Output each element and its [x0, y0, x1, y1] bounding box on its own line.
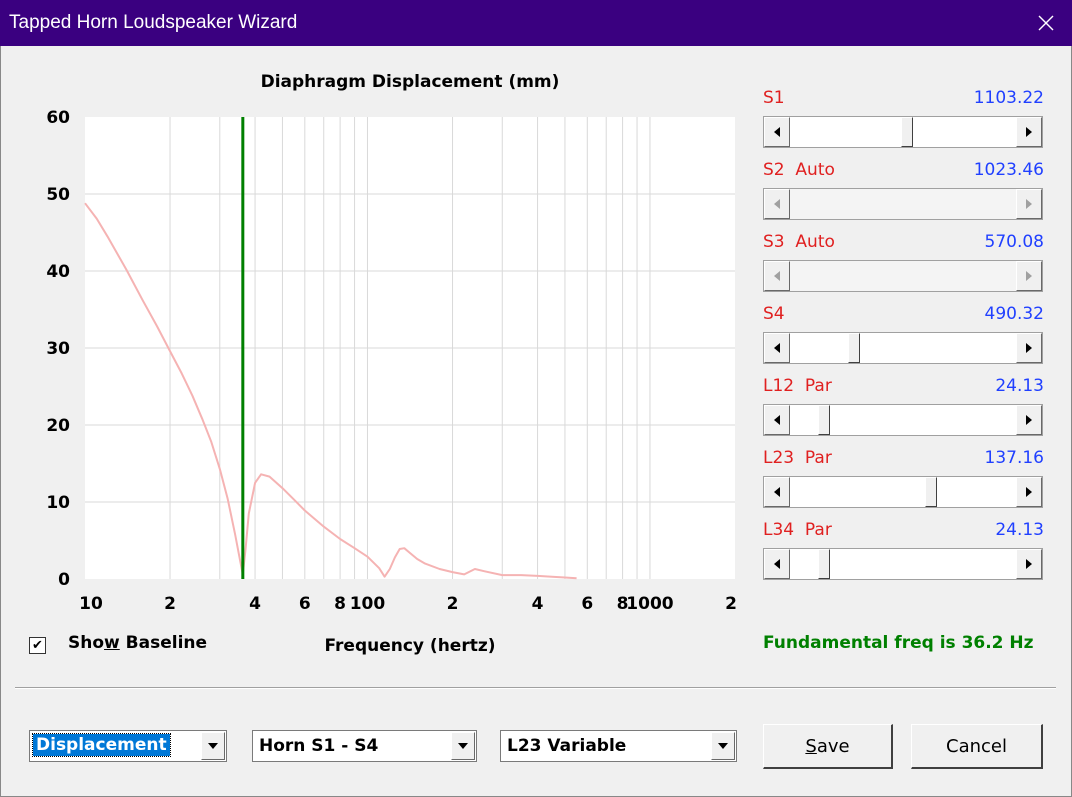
right-arrow-icon — [1026, 487, 1032, 497]
window-title: Tapped Horn Loudspeaker Wizard — [9, 12, 298, 33]
close-icon — [1038, 15, 1054, 31]
separator-line — [15, 687, 1056, 689]
scroll-left-button — [764, 261, 790, 291]
show-baseline-checkbox[interactable]: ✔ — [29, 637, 46, 654]
right-arrow-icon — [1026, 271, 1032, 281]
slider-scrollbar[interactable] — [763, 116, 1043, 148]
x-tick-label: 2 — [725, 594, 737, 614]
left-arrow-icon — [774, 271, 780, 281]
scroll-left-button[interactable] — [764, 117, 790, 147]
mode-select-dropdown-button[interactable] — [201, 732, 225, 760]
fundamental-frequency-text: Fundamental freq is 36.2 Hz — [763, 633, 1034, 653]
slider-scrollbar[interactable] — [763, 332, 1043, 364]
variable-select-dropdown-button[interactable] — [711, 732, 735, 760]
y-tick-label: 30 — [46, 339, 70, 359]
slider-label: S4 — [763, 304, 785, 324]
slider-thumb[interactable] — [817, 405, 830, 435]
y-tick-label: 50 — [46, 185, 70, 205]
slider-value: 24.13 — [995, 520, 1044, 540]
right-arrow-icon — [1026, 415, 1032, 425]
scroll-left-button[interactable] — [764, 477, 790, 507]
slider-scrollbar[interactable] — [763, 476, 1043, 508]
right-arrow-icon — [1026, 559, 1032, 569]
slider-label: S2 Auto — [763, 160, 835, 180]
x-tick-label: 6 — [581, 594, 593, 614]
scroll-left-button[interactable] — [764, 405, 790, 435]
left-arrow-icon — [774, 415, 780, 425]
displacement-chart: Diaphragm Displacement (mm) 0 10 20 30 40 50 6… — [46, 72, 737, 656]
dropdown-arrow-icon — [718, 743, 728, 749]
scroll-right-button — [1016, 261, 1042, 291]
cancel-button[interactable]: Cancel — [911, 724, 1043, 769]
y-tick-label: 20 — [46, 416, 70, 436]
slider-value: 1023.46 — [973, 160, 1044, 180]
slider-label: S3 Auto — [763, 232, 835, 252]
x-tick-label: 4 — [532, 594, 544, 614]
slider-value: 1103.22 — [973, 88, 1044, 108]
scroll-right-button[interactable] — [1016, 333, 1042, 363]
x-tick-label: 1000 — [626, 594, 673, 614]
slider-thumb[interactable] — [817, 549, 830, 579]
slider-thumb[interactable] — [901, 117, 914, 147]
mode-select-value: Displacement — [32, 733, 171, 757]
right-arrow-icon — [1026, 199, 1032, 209]
slider-label: L23 Par — [763, 448, 832, 468]
slider-scrollbar — [763, 260, 1043, 292]
x-tick-label: 2 — [164, 594, 176, 614]
scroll-right-button[interactable] — [1016, 477, 1042, 507]
y-tick-label: 60 — [46, 108, 70, 128]
slider-value: 24.13 — [995, 376, 1044, 396]
dropdown-arrow-icon — [208, 743, 218, 749]
scroll-right-button[interactable] — [1016, 549, 1042, 579]
scroll-right-button[interactable] — [1016, 405, 1042, 435]
slider-thumb[interactable] — [847, 333, 860, 363]
check-mark-icon: ✔ — [32, 638, 43, 653]
scroll-right-button[interactable] — [1016, 117, 1042, 147]
y-tick-label: 40 — [46, 262, 70, 282]
slider-label: L34 Par — [763, 520, 832, 540]
x-tick-label: 100 — [350, 594, 386, 614]
scroll-left-button[interactable] — [764, 549, 790, 579]
chart-title: Diaphragm Displacement (mm) — [261, 72, 560, 92]
left-arrow-icon — [774, 487, 780, 497]
y-tick-label: 10 — [46, 493, 70, 513]
scroll-right-button — [1016, 189, 1042, 219]
right-arrow-icon — [1026, 127, 1032, 137]
slider-label: S1 — [763, 88, 785, 108]
mode-select[interactable]: Displacement — [29, 730, 227, 762]
x-tick-label: 10 — [79, 594, 103, 614]
x-tick-label: 4 — [249, 594, 261, 614]
x-axis-label: Frequency (hertz) — [325, 636, 496, 656]
left-arrow-icon — [774, 127, 780, 137]
horn-select-value: Horn S1 - S4 — [259, 736, 379, 756]
variable-select[interactable]: L23 Variable — [500, 730, 737, 762]
horn-select[interactable]: Horn S1 - S4 — [252, 730, 477, 762]
dropdown-arrow-icon — [458, 743, 468, 749]
close-button[interactable] — [1020, 0, 1072, 46]
scroll-left-button[interactable] — [764, 333, 790, 363]
slider-label: L12 Par — [763, 376, 832, 396]
slider-value: 137.16 — [984, 448, 1044, 468]
right-arrow-icon — [1026, 343, 1032, 353]
slider-scrollbar[interactable] — [763, 404, 1043, 436]
save-button[interactable]: Save — [763, 724, 893, 769]
slider-value: 570.08 — [984, 232, 1044, 252]
slider-scrollbar — [763, 188, 1043, 220]
horn-select-dropdown-button[interactable] — [451, 732, 475, 760]
slider-value: 490.32 — [984, 304, 1044, 324]
x-tick-label: 2 — [447, 594, 459, 614]
show-baseline-label[interactable]: Show Baseline — [68, 633, 207, 653]
x-tick-label: 8 — [334, 594, 346, 614]
title-bar: Tapped Horn Loudspeaker Wizard — [0, 0, 1072, 46]
left-arrow-icon — [774, 343, 780, 353]
slider-scrollbar[interactable] — [763, 548, 1043, 580]
left-arrow-icon — [774, 559, 780, 569]
left-arrow-icon — [774, 199, 780, 209]
y-tick-label: 0 — [58, 570, 70, 590]
scroll-left-button — [764, 189, 790, 219]
slider-thumb[interactable] — [924, 477, 937, 507]
variable-select-value: L23 Variable — [507, 736, 627, 756]
x-tick-label: 6 — [299, 594, 311, 614]
